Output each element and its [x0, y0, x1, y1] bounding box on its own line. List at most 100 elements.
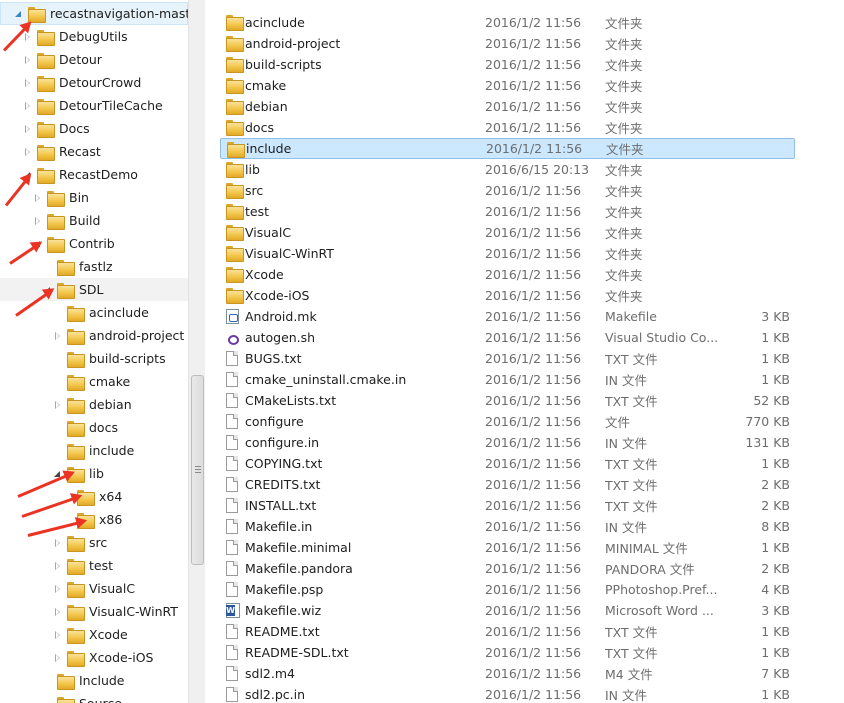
file-row[interactable]: acinclude 2016/1/2 11:56 文件夹 — [220, 12, 795, 33]
file-name: Makefile.minimal — [245, 540, 352, 555]
file-type: TXT 文件 — [605, 499, 658, 514]
file-row[interactable]: sdl2.m4 2016/1/2 11:56 M4 文件 7 KB — [220, 663, 795, 684]
file-row[interactable]: Makefile.in 2016/1/2 11:56 IN 文件 8 KB — [220, 516, 795, 537]
tree-item-detour[interactable]: Detour — [0, 48, 102, 71]
file-row[interactable]: sdl2.pc.in 2016/1/2 11:56 IN 文件 1 KB — [220, 684, 795, 703]
tree-item-label: recastnavigation-master — [50, 6, 188, 21]
file-row[interactable]: BUGS.txt 2016/1/2 11:56 TXT 文件 1 KB — [220, 348, 795, 369]
file-row[interactable]: android-project 2016/1/2 11:56 文件夹 — [220, 33, 795, 54]
file-date: 2016/1/2 11:56 — [485, 309, 582, 324]
file-row[interactable]: Makefile.wiz 2016/1/2 11:56 Microsoft Word… — [220, 600, 795, 621]
document-icon — [226, 351, 238, 366]
tree-item-detourcrowd[interactable]: DetourCrowd — [0, 71, 141, 94]
file-row[interactable]: INSTALL.txt 2016/1/2 11:56 TXT 文件 2 KB — [220, 495, 795, 516]
file-row[interactable]: README-SDL.txt 2016/1/2 11:56 TXT 文件 1 KB — [220, 642, 795, 663]
file-row[interactable]: test 2016/1/2 11:56 文件夹 — [220, 201, 795, 222]
file-row[interactable]: debian 2016/1/2 11:56 文件夹 — [220, 96, 795, 117]
chevron-right-icon[interactable] — [33, 216, 43, 226]
file-row[interactable]: Makefile.minimal 2016/1/2 11:56 MINIMAL 文件… — [220, 537, 795, 558]
tree-item-label: SDL — [79, 282, 104, 297]
document-icon — [226, 477, 238, 492]
file-row[interactable]: cmake 2016/1/2 11:56 文件夹 — [220, 75, 795, 96]
tree-item-recast[interactable]: Recast — [0, 140, 101, 163]
navigation-tree: recastnavigation-master DebugUtils Detour D… — [0, 0, 188, 703]
chevron-right-icon[interactable] — [23, 78, 33, 88]
chevron-right-icon[interactable] — [53, 584, 63, 594]
chevron-right-icon[interactable] — [23, 55, 33, 65]
file-type: IN 文件 — [605, 688, 648, 703]
chevron-right-icon[interactable] — [23, 124, 33, 134]
chevron-right-icon[interactable] — [23, 101, 33, 111]
file-row[interactable]: Makefile.pandora 2016/1/2 11:56 PANDORA 文件… — [220, 558, 795, 579]
chevron-right-icon[interactable] — [53, 607, 63, 617]
tree-item-detourtilecache[interactable]: DetourTileCache — [0, 94, 163, 117]
tree-item-test[interactable]: test — [0, 554, 113, 577]
tree-item-build-scripts[interactable]: build-scripts — [0, 347, 166, 370]
file-row[interactable]: COPYING.txt 2016/1/2 11:56 TXT 文件 1 KB — [220, 453, 795, 474]
tree-item-visualc[interactable]: VisualC — [0, 577, 135, 600]
file-name: acinclude — [245, 15, 305, 30]
folder-icon — [37, 29, 55, 46]
tree-item-label: DebugUtils — [59, 29, 128, 44]
file-row[interactable]: README.txt 2016/1/2 11:56 TXT 文件 1 KB — [220, 621, 795, 642]
file-row[interactable]: VisualC-WinRT 2016/1/2 11:56 文件夹 — [220, 243, 795, 264]
chevron-right-icon[interactable] — [53, 331, 63, 341]
file-date: 2016/1/2 11:56 — [485, 183, 582, 198]
tree-item-debian[interactable]: debian — [0, 393, 132, 416]
folder-icon — [226, 183, 244, 199]
chevron-right-icon[interactable] — [23, 147, 33, 157]
file-row[interactable]: CREDITS.txt 2016/1/2 11:56 TXT 文件 2 KB — [220, 474, 795, 495]
scrollbar-thumb[interactable] — [191, 375, 204, 565]
tree-item-xcode-ios[interactable]: Xcode-iOS — [0, 646, 153, 669]
file-row[interactable]: src 2016/1/2 11:56 文件夹 — [220, 180, 795, 201]
file-name: autogen.sh — [245, 330, 316, 345]
tree-item-android-project[interactable]: android-project — [0, 324, 184, 347]
tree-item-sdl[interactable]: SDL — [0, 278, 188, 301]
tree-item-docs[interactable]: Docs — [0, 117, 90, 140]
folder-icon — [47, 213, 65, 230]
file-row[interactable]: configure 2016/1/2 11:56 文件 770 KB — [220, 411, 795, 432]
file-type: TXT 文件 — [605, 625, 658, 640]
file-row[interactable]: lib 2016/6/15 20:13 文件夹 — [220, 159, 795, 180]
file-row[interactable]: Android.mk 2016/1/2 11:56 Makefile 3 KB — [220, 306, 795, 327]
file-row[interactable]: Xcode-iOS 2016/1/2 11:56 文件夹 — [220, 285, 795, 306]
tree-item-label: RecastDemo — [59, 167, 138, 182]
file-row[interactable]: build-scripts 2016/1/2 11:56 文件夹 — [220, 54, 795, 75]
chevron-right-icon[interactable] — [53, 538, 63, 548]
file-size: 1 KB — [761, 540, 790, 555]
tree-item-contrib[interactable]: Contrib — [0, 232, 115, 255]
file-row[interactable]: VisualC 2016/1/2 11:56 文件夹 — [220, 222, 795, 243]
tree-item-cmake[interactable]: cmake — [0, 370, 130, 393]
tree-item-visualc-winrt[interactable]: VisualC-WinRT — [0, 600, 178, 623]
document-icon — [226, 414, 238, 429]
tree-item-include[interactable]: include — [0, 439, 134, 462]
tree-item-xcode[interactable]: Xcode — [0, 623, 128, 646]
file-row[interactable]: cmake_uninstall.cmake.in 2016/1/2 11:56 IN… — [220, 369, 795, 390]
chevron-right-icon[interactable] — [53, 630, 63, 640]
file-name: Makefile.in — [245, 519, 313, 534]
tree-item-src[interactable]: src — [0, 531, 107, 554]
tree-item-docs[interactable]: docs — [0, 416, 118, 439]
document-icon — [226, 540, 238, 555]
chevron-expanded-icon[interactable] — [14, 9, 24, 19]
file-name: README.txt — [245, 624, 320, 639]
file-row[interactable]: CMakeLists.txt 2016/1/2 11:56 TXT 文件 52 KB — [220, 390, 795, 411]
tree-item-include[interactable]: Include — [0, 669, 125, 692]
file-row[interactable]: autogen.sh 2016/1/2 11:56 Visual Studio Co… — [220, 327, 795, 348]
file-date: 2016/1/2 11:56 — [485, 246, 582, 261]
file-row[interactable]: configure.in 2016/1/2 11:56 IN 文件 131 KB — [220, 432, 795, 453]
chevron-right-icon[interactable] — [33, 193, 43, 203]
tree-item-build[interactable]: Build — [0, 209, 100, 232]
chevron-right-icon[interactable] — [53, 653, 63, 663]
tree-item-source[interactable]: Source — [0, 692, 122, 703]
file-date: 2016/1/2 11:56 — [485, 645, 582, 660]
file-row[interactable]: include 2016/1/2 11:56 文件夹 — [220, 138, 795, 159]
chevron-right-icon[interactable] — [53, 561, 63, 571]
file-row[interactable]: Xcode 2016/1/2 11:56 文件夹 — [220, 264, 795, 285]
file-row[interactable]: docs 2016/1/2 11:56 文件夹 — [220, 117, 795, 138]
file-row[interactable]: Makefile.psp 2016/1/2 11:56 PPhotoshop.Pre… — [220, 579, 795, 600]
chevron-right-icon[interactable] — [53, 400, 63, 410]
tree-scrollbar[interactable] — [188, 0, 205, 703]
